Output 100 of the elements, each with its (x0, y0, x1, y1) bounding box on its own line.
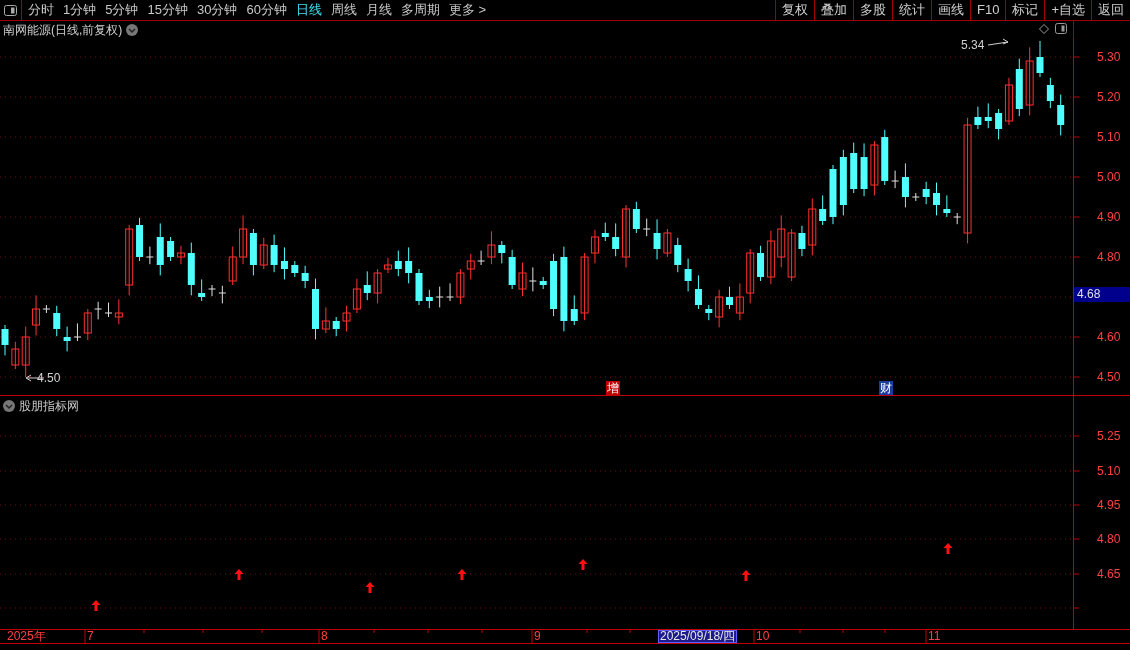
candle (911, 192, 920, 202)
candle (332, 316, 340, 337)
candle (622, 204, 630, 268)
candle (435, 286, 444, 308)
axis-label: 4.60 (1097, 331, 1121, 343)
candle (156, 222, 164, 276)
signal-arrow-icon (365, 582, 375, 593)
chart-title: 南网能源(日线,前复权) (3, 21, 123, 39)
candle (1057, 94, 1065, 136)
candle (321, 306, 330, 334)
candle (808, 198, 817, 256)
candle (705, 304, 713, 321)
candle (291, 260, 299, 278)
candle (176, 245, 185, 265)
cursor-date-label: 2025/09/18/四 (658, 630, 738, 643)
candle (735, 282, 744, 321)
toolbar-button[interactable]: 返回 (1091, 0, 1130, 20)
candle (642, 218, 651, 237)
candle (850, 142, 858, 194)
candle (798, 225, 806, 257)
axis-label: 5.25 (1097, 430, 1121, 442)
candle (498, 240, 506, 264)
period-tab[interactable]: 日线 (295, 0, 322, 20)
candle (632, 201, 640, 234)
dropdown-icon[interactable] (3, 400, 15, 412)
toolbar-button[interactable]: 复权 (775, 0, 814, 20)
period-tab[interactable]: 15分钟 (147, 0, 188, 20)
candle (715, 289, 724, 328)
signal-arrow-icon (91, 600, 101, 611)
candle (363, 270, 371, 301)
candle (518, 262, 527, 297)
candle (933, 182, 940, 216)
candle (601, 222, 609, 242)
axis-label: 4.80 (1097, 251, 1121, 263)
candle (922, 181, 930, 205)
toolbar-button[interactable]: 多股 (853, 0, 892, 20)
date-label: 2025年 (7, 630, 46, 643)
candle (539, 276, 547, 290)
candle (280, 246, 288, 280)
axis-label: 5.10 (1097, 465, 1121, 477)
signal-arrow-icon (741, 570, 751, 581)
date-label: 10 (756, 630, 770, 643)
axis-label: 5.30 (1097, 51, 1121, 63)
period-tab[interactable]: 更多 > (448, 0, 487, 20)
date-label: 8 (321, 630, 328, 643)
diamond-icon[interactable] (1039, 23, 1049, 34)
candle (870, 140, 879, 196)
candle (663, 228, 672, 258)
toolbar-button[interactable]: +自选 (1044, 0, 1091, 20)
period-tab[interactable]: 月线 (365, 0, 392, 20)
candle (415, 268, 423, 306)
period-tab[interactable]: 周线 (330, 0, 357, 20)
candle (259, 237, 268, 270)
candle (684, 258, 692, 292)
date-label: 7 (87, 630, 94, 643)
panel-toggle-icon[interactable] (1055, 23, 1067, 34)
date-label: 9 (534, 630, 541, 643)
period-tab[interactable]: 30分钟 (196, 0, 238, 20)
axis-label: 4.95 (1097, 499, 1121, 511)
candle (1015, 58, 1023, 117)
event-marker: 财 (879, 381, 893, 395)
candle (819, 194, 827, 226)
candle (352, 278, 361, 314)
candle (674, 237, 682, 273)
candle (787, 228, 796, 282)
candle (1036, 40, 1044, 78)
candle (528, 266, 537, 292)
candle (405, 246, 413, 284)
candle (839, 149, 847, 216)
candle (239, 214, 248, 265)
period-tab[interactable]: 分时 (28, 0, 54, 20)
arrow-icon (987, 38, 1009, 46)
candle (1046, 77, 1054, 109)
candle (653, 218, 661, 260)
toolbar-button[interactable]: F10 (970, 0, 1006, 20)
toolbar-button[interactable]: 统计 (892, 0, 931, 20)
axis-label: 5.20 (1097, 91, 1121, 103)
candle (1025, 46, 1034, 116)
candle (466, 253, 475, 280)
period-tab[interactable]: 多周期 (400, 0, 440, 20)
event-marker: 增 (606, 381, 620, 395)
candle (829, 164, 837, 225)
period-tab[interactable]: 5分钟 (105, 0, 139, 20)
candle (94, 301, 103, 320)
dropdown-icon[interactable] (126, 23, 139, 36)
candle (726, 286, 733, 310)
candle (425, 289, 433, 309)
toolbar-button[interactable]: 画线 (931, 0, 970, 20)
candle (125, 224, 134, 296)
signal-arrow-icon (234, 569, 244, 580)
toolbar-button[interactable]: 叠加 (814, 0, 853, 20)
period-tab[interactable]: 60分钟 (246, 0, 287, 20)
candle (881, 129, 889, 186)
candle (270, 234, 278, 273)
period-tab[interactable]: 1分钟 (63, 0, 97, 20)
toolbar-button[interactable]: 标记 (1005, 0, 1045, 20)
indicator-title: 股朋指标网 (19, 398, 79, 415)
candle (860, 142, 868, 197)
candle (694, 274, 702, 310)
panel-toggle-icon[interactable] (4, 4, 17, 16)
